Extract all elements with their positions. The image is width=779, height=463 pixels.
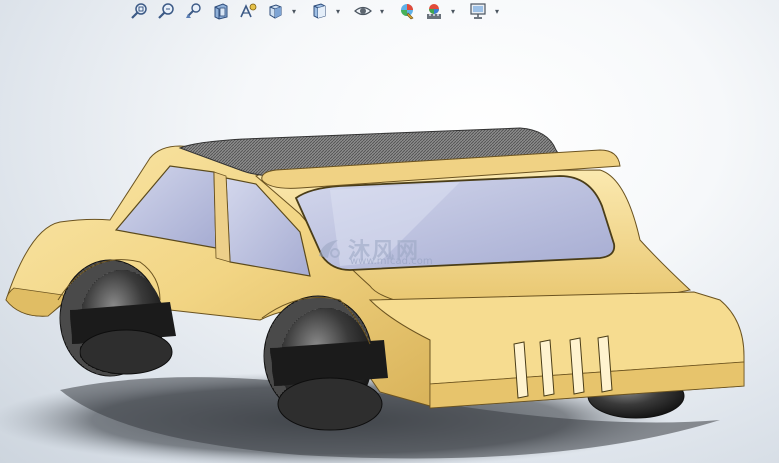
watermark-logo-icon [319, 240, 340, 258]
watermark-subtext: www.mfcad.com [350, 256, 433, 267]
graphics-area[interactable]: 沐风网 www.mfcad.com [0, 22, 779, 463]
watermark: 沐风网 www.mfcad.com [316, 226, 476, 272]
